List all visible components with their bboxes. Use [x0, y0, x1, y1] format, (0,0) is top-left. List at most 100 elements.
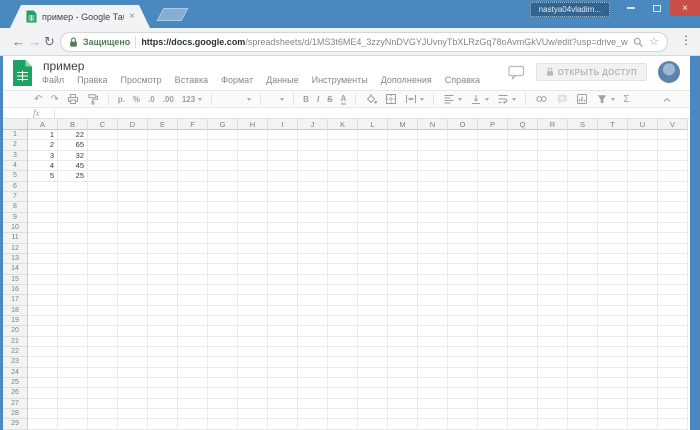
cell-U27[interactable] [628, 398, 658, 409]
cell-R26[interactable] [538, 388, 568, 399]
cell-K8[interactable] [328, 202, 358, 213]
cell-R4[interactable] [538, 160, 568, 172]
cell-H12[interactable] [238, 243, 268, 254]
cell-E29[interactable] [148, 419, 178, 430]
cell-Q13[interactable] [508, 253, 538, 265]
cell-O2[interactable] [448, 140, 478, 151]
cell-S16[interactable] [568, 284, 598, 296]
cell-U8[interactable] [628, 202, 658, 213]
cell-C15[interactable] [88, 274, 118, 285]
cell-E20[interactable] [148, 326, 178, 337]
cell-V1[interactable] [658, 130, 688, 141]
cell-R17[interactable] [538, 295, 568, 306]
cell-Q28[interactable] [508, 408, 538, 420]
cell-T14[interactable] [598, 264, 628, 275]
cell-S22[interactable] [568, 346, 598, 358]
cell-G23[interactable] [208, 357, 238, 368]
row-header-7[interactable]: 7 [3, 191, 28, 203]
row-header-28[interactable]: 28 [3, 408, 28, 420]
cell-V3[interactable] [658, 150, 688, 161]
cell-A16[interactable] [28, 284, 58, 296]
cell-D6[interactable] [118, 181, 148, 192]
cell-B4[interactable]: 45 [58, 160, 88, 172]
cell-B13[interactable] [58, 253, 88, 265]
cell-B2[interactable]: 65 [58, 140, 88, 151]
row-header-26[interactable]: 26 [3, 388, 28, 399]
cell-U4[interactable] [628, 160, 658, 172]
cell-B10[interactable] [58, 222, 88, 234]
column-header-D[interactable]: D [118, 119, 148, 130]
cell-L17[interactable] [358, 295, 388, 306]
cell-D15[interactable] [118, 274, 148, 285]
cell-L14[interactable] [358, 264, 388, 275]
cell-J6[interactable] [298, 181, 328, 192]
cell-U2[interactable] [628, 140, 658, 151]
cell-R8[interactable] [538, 202, 568, 213]
cell-O8[interactable] [448, 202, 478, 213]
cell-C16[interactable] [88, 284, 118, 296]
cell-J20[interactable] [298, 326, 328, 337]
cell-C27[interactable] [88, 398, 118, 409]
cell-L8[interactable] [358, 202, 388, 213]
cell-A15[interactable] [28, 274, 58, 285]
cell-V24[interactable] [658, 367, 688, 378]
cell-P9[interactable] [478, 212, 508, 223]
cell-S2[interactable] [568, 140, 598, 151]
cell-T21[interactable] [598, 336, 628, 347]
cell-I15[interactable] [268, 274, 298, 285]
cell-T5[interactable] [598, 171, 628, 182]
cell-T2[interactable] [598, 140, 628, 151]
cell-Q15[interactable] [508, 274, 538, 285]
cell-M1[interactable] [388, 130, 418, 141]
cell-L19[interactable] [358, 315, 388, 327]
cell-E4[interactable] [148, 160, 178, 172]
cell-F20[interactable] [178, 326, 208, 337]
cell-K21[interactable] [328, 336, 358, 347]
cell-B22[interactable] [58, 346, 88, 358]
cell-F13[interactable] [178, 253, 208, 265]
cell-A17[interactable] [28, 295, 58, 306]
cell-E22[interactable] [148, 346, 178, 358]
cell-E24[interactable] [148, 367, 178, 378]
cell-F6[interactable] [178, 181, 208, 192]
cell-F19[interactable] [178, 315, 208, 327]
cell-C22[interactable] [88, 346, 118, 358]
menu-item-tools[interactable]: Инструменты [312, 75, 368, 85]
cell-P13[interactable] [478, 253, 508, 265]
cell-D14[interactable] [118, 264, 148, 275]
row-header-8[interactable]: 8 [3, 202, 28, 213]
cell-S20[interactable] [568, 326, 598, 337]
cell-B8[interactable] [58, 202, 88, 213]
cell-V8[interactable] [658, 202, 688, 213]
cell-L28[interactable] [358, 408, 388, 420]
cell-L5[interactable] [358, 171, 388, 182]
cell-I21[interactable] [268, 336, 298, 347]
menu-item-format[interactable]: Формат [221, 75, 253, 85]
cell-A14[interactable] [28, 264, 58, 275]
cell-K27[interactable] [328, 398, 358, 409]
cell-T9[interactable] [598, 212, 628, 223]
cell-I23[interactable] [268, 357, 298, 368]
cell-G21[interactable] [208, 336, 238, 347]
cell-A9[interactable] [28, 212, 58, 223]
cell-R18[interactable] [538, 305, 568, 316]
cell-E13[interactable] [148, 253, 178, 265]
cell-C10[interactable] [88, 222, 118, 234]
cell-G5[interactable] [208, 171, 238, 182]
row-header-14[interactable]: 14 [3, 264, 28, 275]
cell-K23[interactable] [328, 357, 358, 368]
cell-P23[interactable] [478, 357, 508, 368]
cell-F2[interactable] [178, 140, 208, 151]
cell-R1[interactable] [538, 130, 568, 141]
cell-L27[interactable] [358, 398, 388, 409]
url-text[interactable]: https://docs.google.com/spreadsheets/d/1… [141, 37, 628, 47]
cell-Q1[interactable] [508, 130, 538, 141]
cell-A2[interactable]: 2 [28, 140, 58, 151]
cell-P12[interactable] [478, 243, 508, 254]
cell-B17[interactable] [58, 295, 88, 306]
row-header-29[interactable]: 29 [3, 419, 28, 430]
browser-tab[interactable]: пример - Google Табли... × [10, 5, 150, 28]
cell-F17[interactable] [178, 295, 208, 306]
cell-U29[interactable] [628, 419, 658, 430]
cell-G6[interactable] [208, 181, 238, 192]
